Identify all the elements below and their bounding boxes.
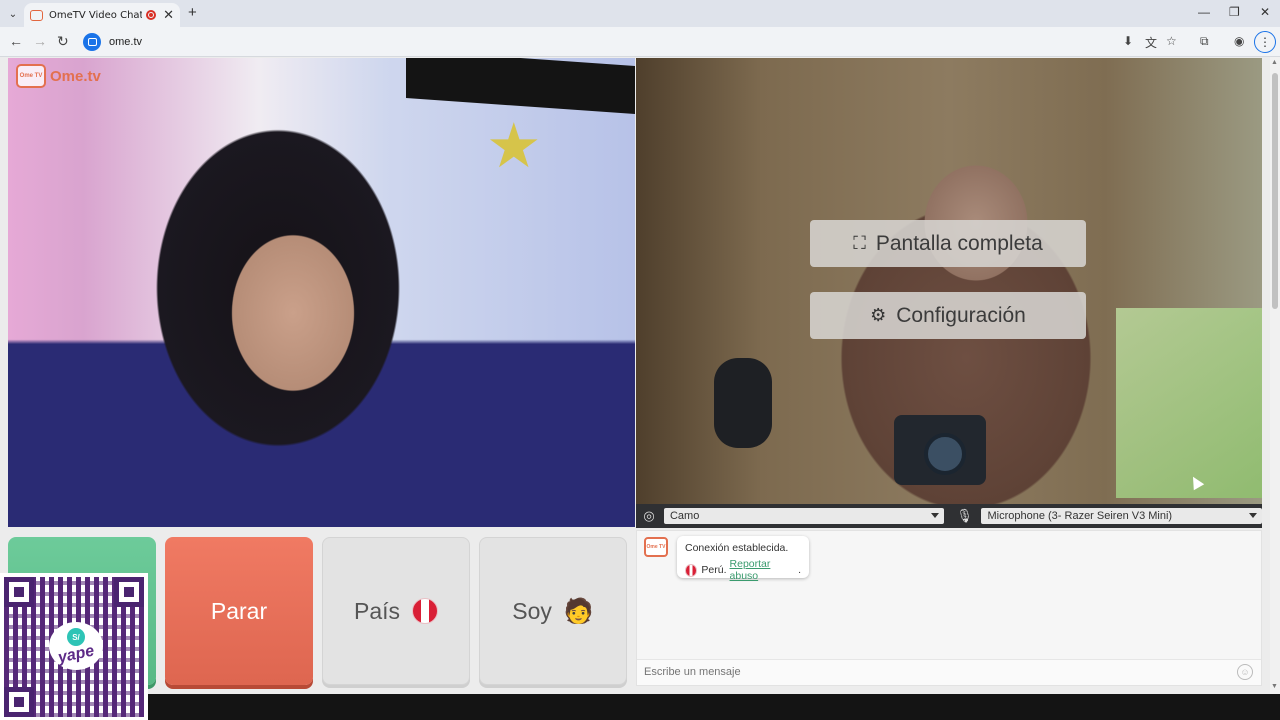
fullscreen-icon: ⛶ xyxy=(853,233,866,253)
site-info-icon[interactable] xyxy=(83,33,101,51)
stranger-video: ★ xyxy=(8,58,635,527)
qr-finder xyxy=(4,577,34,607)
browser-toolbar: ← → ↻ ome.tv ⬇ 文 ☆ ⧉ ◉ xyxy=(0,27,1280,57)
yape-qr-code: S/ yape xyxy=(0,573,148,720)
microphone-select-value: Microphone (3- Razer Seiren V3 Mini) xyxy=(987,510,1173,522)
scroll-up-icon[interactable]: ▲ xyxy=(1271,59,1278,66)
peru-flag-icon xyxy=(412,598,439,624)
bookmark-star-icon[interactable]: ☆ xyxy=(1166,34,1177,48)
qr-pattern: S/ yape xyxy=(4,577,144,717)
address-bar[interactable]: ome.tv xyxy=(78,30,1108,54)
scrollbar-thumb[interactable] xyxy=(1272,73,1278,309)
page-scrollbar[interactable]: ▲ ▼ xyxy=(1270,57,1280,694)
microphone-select[interactable]: Microphone (3- Razer Seiren V3 Mini) xyxy=(981,508,1262,524)
browser-tab-bar: ⌄ OmeTV Video Chat — Ome ✕ + — ❐ ✕ xyxy=(0,0,1280,27)
gender-button[interactable]: Soy 🧑 xyxy=(479,537,627,685)
qr-finder xyxy=(114,577,144,607)
chevron-down-icon xyxy=(1249,513,1257,518)
ometv-logo: Ome TV Ome.tv xyxy=(16,64,101,88)
stop-label: Parar xyxy=(210,597,268,624)
country-filter-button[interactable]: País xyxy=(322,537,470,685)
country-text: Perú. xyxy=(701,564,727,576)
recording-indicator-icon xyxy=(146,10,157,20)
tab-close-icon[interactable]: ✕ xyxy=(163,7,174,23)
background-blanket xyxy=(1116,308,1262,498)
page-footer-bar xyxy=(148,694,1280,720)
gender-label: Soy xyxy=(512,597,552,624)
device-selector-bar: ◎ Camo 🎙 Microphone (3- Razer Seiren V3 … xyxy=(636,504,1262,528)
speaker-object xyxy=(894,415,986,485)
own-video xyxy=(636,58,1262,504)
minimize-button[interactable]: — xyxy=(1198,5,1210,19)
emoji-icon[interactable]: ☺ xyxy=(1237,664,1253,680)
message-input[interactable] xyxy=(637,660,1217,684)
country-label: País xyxy=(353,597,401,624)
ometv-logo-icon: Ome TV xyxy=(16,64,46,88)
browser-tab[interactable]: OmeTV Video Chat — Ome ✕ xyxy=(24,3,180,27)
ometv-logo-text: Ome.tv xyxy=(50,67,101,85)
close-window-button[interactable]: ✕ xyxy=(1260,5,1270,19)
connection-status-text: Conexión establecida. xyxy=(685,542,789,554)
scroll-down-icon[interactable]: ▼ xyxy=(1271,683,1278,690)
tab-list-chevron-icon[interactable]: ⌄ xyxy=(4,5,22,23)
message-suffix: . xyxy=(798,564,801,576)
fullscreen-label: Pantalla completa xyxy=(875,231,1043,255)
tab-title: OmeTV Video Chat — Ome xyxy=(49,9,143,21)
profile-icon[interactable]: ◉ xyxy=(1234,34,1244,48)
chevron-down-icon xyxy=(930,513,939,518)
ometv-favicon-icon xyxy=(30,9,43,21)
install-app-icon[interactable]: ⬇ xyxy=(1123,34,1133,48)
yape-logo: S/ yape xyxy=(49,622,103,670)
settings-button[interactable]: ⚙ Configuración xyxy=(810,292,1086,339)
new-tab-button[interactable]: + xyxy=(188,4,197,21)
star-decoration: ★ xyxy=(486,112,542,181)
chat-input-bar: ☺ xyxy=(637,659,1261,685)
background-object xyxy=(406,58,635,115)
forward-arrow-icon[interactable]: → xyxy=(33,33,47,49)
back-arrow-icon[interactable]: ← xyxy=(9,33,23,49)
microphone-object xyxy=(714,358,772,448)
maximize-button[interactable]: ❐ xyxy=(1229,5,1240,19)
yape-coin-icon: S/ xyxy=(67,628,85,646)
settings-label: Configuración xyxy=(896,303,1026,327)
camera-select-value: Camo xyxy=(669,510,700,522)
browser-menu-kebab-icon[interactable]: ⋮ xyxy=(1254,31,1276,53)
qr-finder xyxy=(4,687,34,717)
url-text: ome.tv xyxy=(109,36,143,48)
system-message: Conexión establecida. Perú. Reportar abu… xyxy=(677,536,809,582)
reload-icon[interactable]: ↻ xyxy=(57,33,69,50)
translate-icon[interactable]: 文 xyxy=(1145,34,1157,51)
ometv-chat-avatar-icon: Ome TV xyxy=(644,537,668,557)
peru-flag-icon xyxy=(685,563,698,577)
extensions-icon[interactable]: ⧉ xyxy=(1200,34,1209,49)
yape-text: yape xyxy=(56,642,96,667)
camera-select[interactable]: Camo xyxy=(663,508,944,524)
microphone-icon: 🎙 xyxy=(956,508,973,523)
webcam-icon: ◎ xyxy=(643,508,655,523)
report-abuse-link[interactable]: Reportar abuso xyxy=(730,558,799,582)
fullscreen-button[interactable]: ⛶ Pantalla completa xyxy=(810,220,1086,267)
boy-face-icon: 🧑 xyxy=(563,597,594,625)
chat-panel: Ome TV Conexión establecida. Perú. Repor… xyxy=(636,530,1262,686)
stop-button[interactable]: Parar xyxy=(165,537,313,685)
gear-icon: ⚙ xyxy=(870,305,887,325)
